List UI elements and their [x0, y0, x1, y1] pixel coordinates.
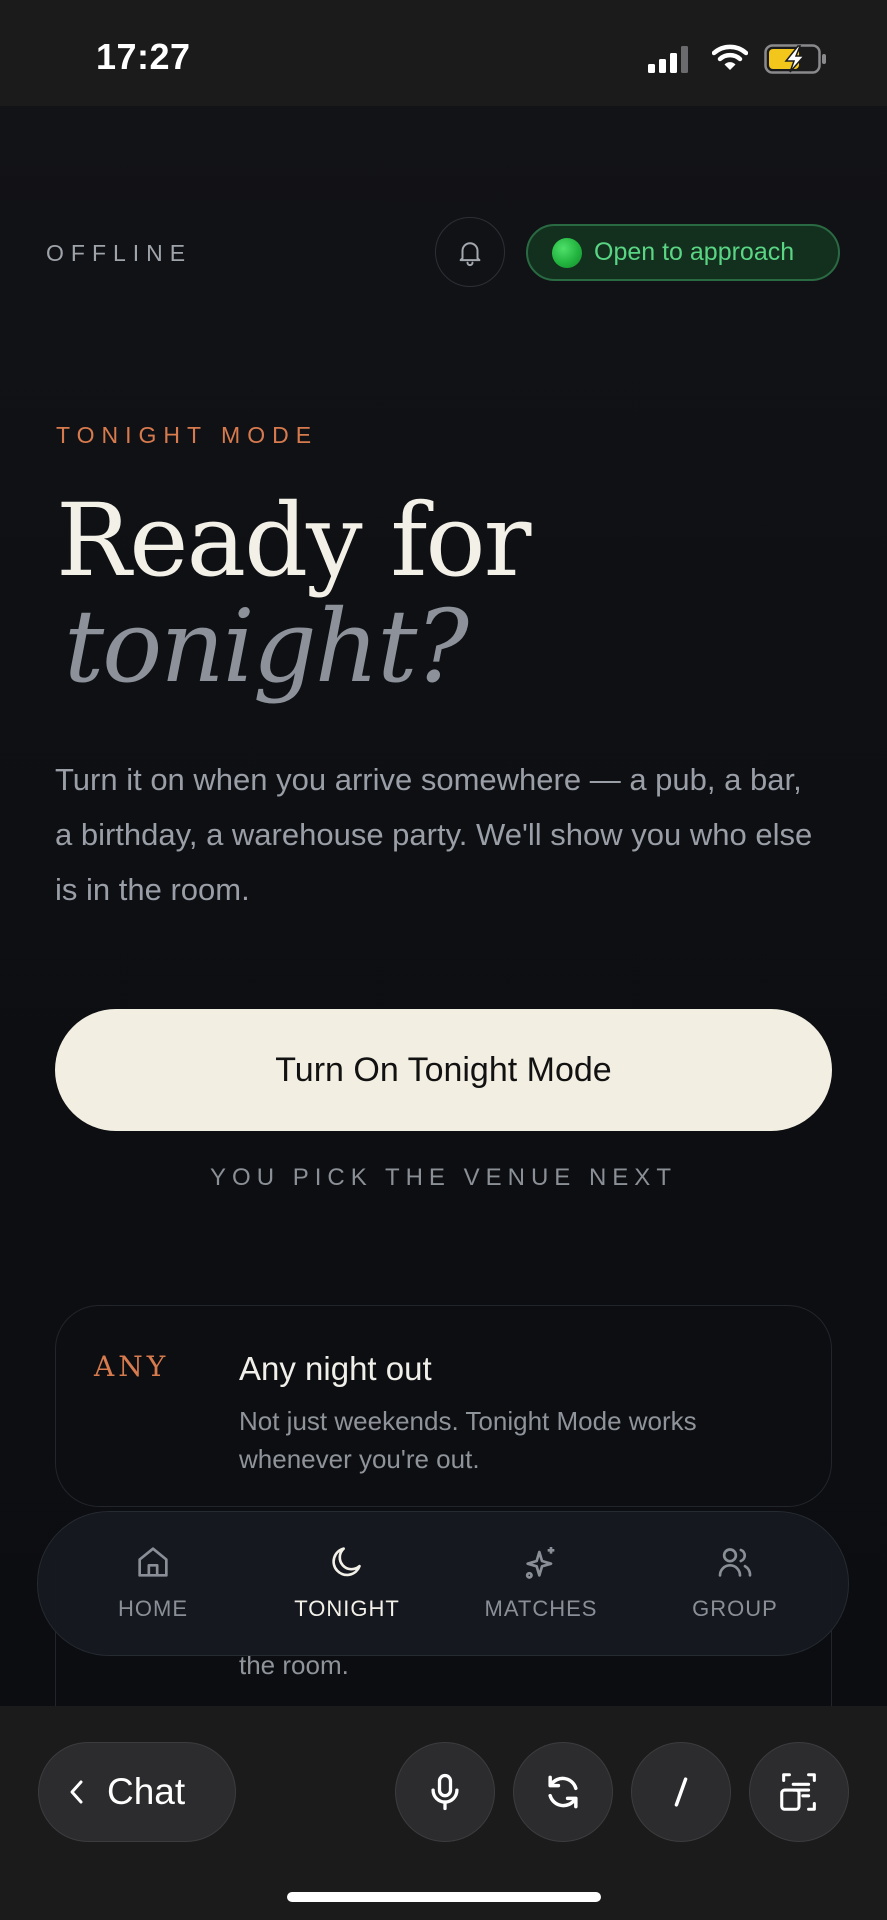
tab-matches[interactable]: MATCHES — [461, 1512, 621, 1657]
home-indicator — [287, 1892, 601, 1902]
status-bar: 17:27 — [0, 0, 887, 106]
browser-toolbar: Chat — [0, 1706, 887, 1920]
bottom-tab-bar: HOME TONIGHT MATCHES GROUP — [37, 1511, 849, 1656]
bell-icon — [459, 242, 481, 267]
back-to-chat-button[interactable]: Chat — [38, 1742, 236, 1842]
approach-status-label: Open to approach — [594, 238, 795, 266]
microphone-button[interactable] — [395, 1742, 495, 1842]
tab-label: HOME — [118, 1596, 188, 1621]
refresh-icon — [548, 1775, 578, 1809]
approach-status-toggle[interactable]: Open to approach — [526, 224, 840, 281]
refresh-button[interactable] — [513, 1742, 613, 1842]
slash-command-button[interactable] — [631, 1742, 731, 1842]
back-button-label: Chat — [107, 1771, 186, 1812]
chevron-left-icon — [70, 1780, 83, 1804]
tab-tonight[interactable]: TONIGHT — [267, 1512, 427, 1657]
feature-tag: ANY — [94, 1350, 170, 1383]
wifi-icon — [712, 44, 748, 70]
cellular-signal-icon — [648, 45, 690, 73]
connection-status: OFFLINE — [46, 240, 193, 266]
tab-label: GROUP — [692, 1596, 778, 1621]
tab-label: MATCHES — [484, 1596, 598, 1621]
green-circle-icon — [552, 237, 582, 268]
status-time: 17:27 — [96, 36, 191, 77]
screen-capture-button[interactable] — [749, 1742, 849, 1842]
tab-label: TONIGHT — [294, 1596, 400, 1621]
tab-group[interactable]: GROUP — [655, 1512, 815, 1657]
slash-icon — [674, 1777, 688, 1807]
headline-line-1: Ready for — [56, 482, 531, 599]
battery-charging-icon — [764, 44, 826, 74]
users-icon — [718, 1548, 752, 1577]
sparkles-icon — [525, 1547, 555, 1579]
feature-description: Not just weekends. Tonight Mode works wh… — [239, 1406, 697, 1474]
cta-subtext: YOU PICK THE VENUE NEXT — [210, 1164, 677, 1191]
notifications-button[interactable] — [435, 217, 505, 287]
headline-line-2: tonight? — [64, 588, 469, 705]
moon-icon — [332, 1547, 361, 1577]
tab-home[interactable]: HOME — [73, 1512, 233, 1657]
screen-capture-icon — [780, 1773, 816, 1811]
section-eyebrow: TONIGHT MODE — [56, 422, 319, 448]
microphone-icon — [431, 1773, 459, 1811]
home-icon — [138, 1547, 168, 1577]
hero-description: Turn it on when you arrive somewhere — a… — [55, 762, 813, 907]
feature-title: Any night out — [239, 1350, 432, 1387]
feature-card: ANY Any night out Not just weekends. Ton… — [55, 1305, 832, 1507]
turn-on-tonight-mode-button[interactable]: Turn On Tonight Mode — [55, 1009, 832, 1131]
